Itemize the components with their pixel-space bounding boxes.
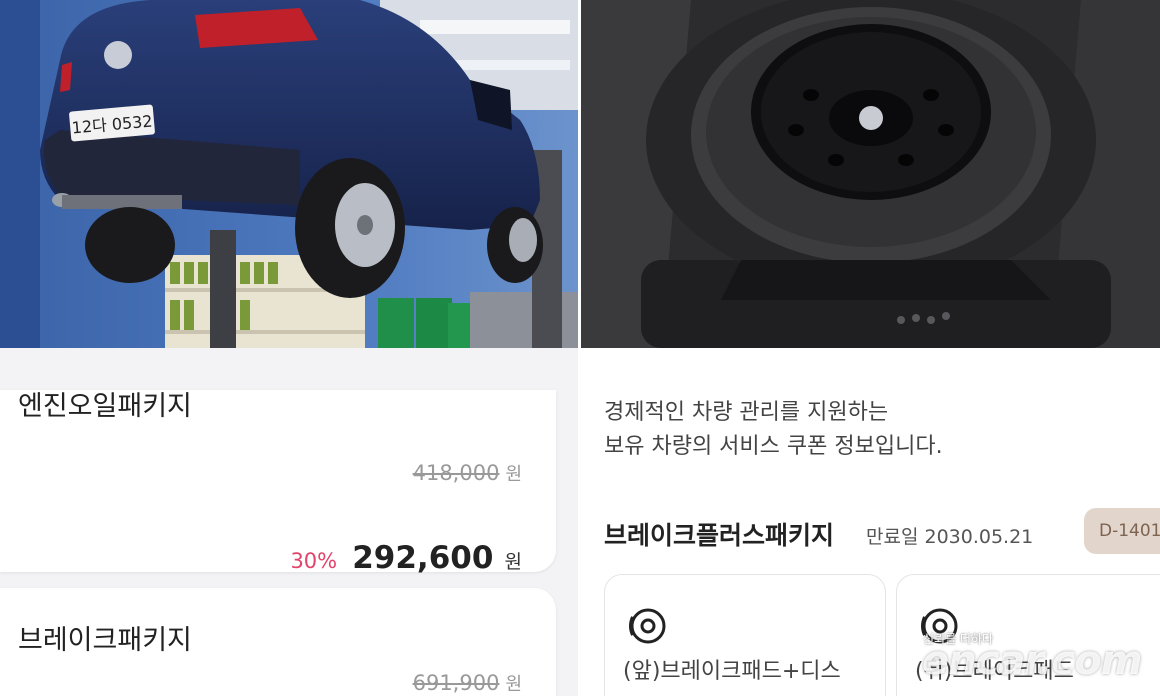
original-price: 691,900 원: [412, 671, 522, 695]
package-list-panel: 엔진오일패키지 418,000 원 30% 292,600 원 브레이크패키지 6…: [0, 348, 578, 696]
watermark-logo: encar.com: [922, 638, 1142, 684]
currency-unit: 원: [504, 551, 522, 573]
spare-tire-photo: [581, 0, 1160, 348]
brake-disc-icon: [627, 605, 669, 651]
package-card-engine-oil[interactable]: 엔진오일패키지 418,000 원 30% 292,600 원: [0, 390, 556, 576]
discount-rate: 30%: [290, 549, 338, 573]
original-price: 418,000 원: [412, 461, 522, 485]
d-day-badge: D-1401: [1084, 508, 1160, 554]
service-label: (앞)브레이크패드+디스: [623, 659, 841, 684]
car-on-lift-photo: 12다 0532: [0, 0, 578, 348]
service-card-front-brake[interactable]: (앞)브레이크패드+디스: [604, 574, 886, 696]
package-card-brake[interactable]: 브레이크패키지 691,900 원: [0, 588, 556, 696]
intro-text-line2: 보유 차량의 서비스 쿠폰 정보입니다.: [604, 434, 943, 459]
expiry-date: 만료일 2030.05.21: [866, 526, 1034, 548]
package-title: 엔진오일패키지: [18, 391, 192, 422]
sale-price: 292,600: [352, 540, 494, 576]
sale-price-row: 30% 292,600 원: [290, 540, 522, 576]
intro-text-line1: 경제적인 차량 관리를 지원하는: [604, 400, 889, 425]
coupon-package-title: 브레이크플러스패키지: [604, 521, 835, 550]
package-title: 브레이크패키지: [18, 625, 192, 656]
